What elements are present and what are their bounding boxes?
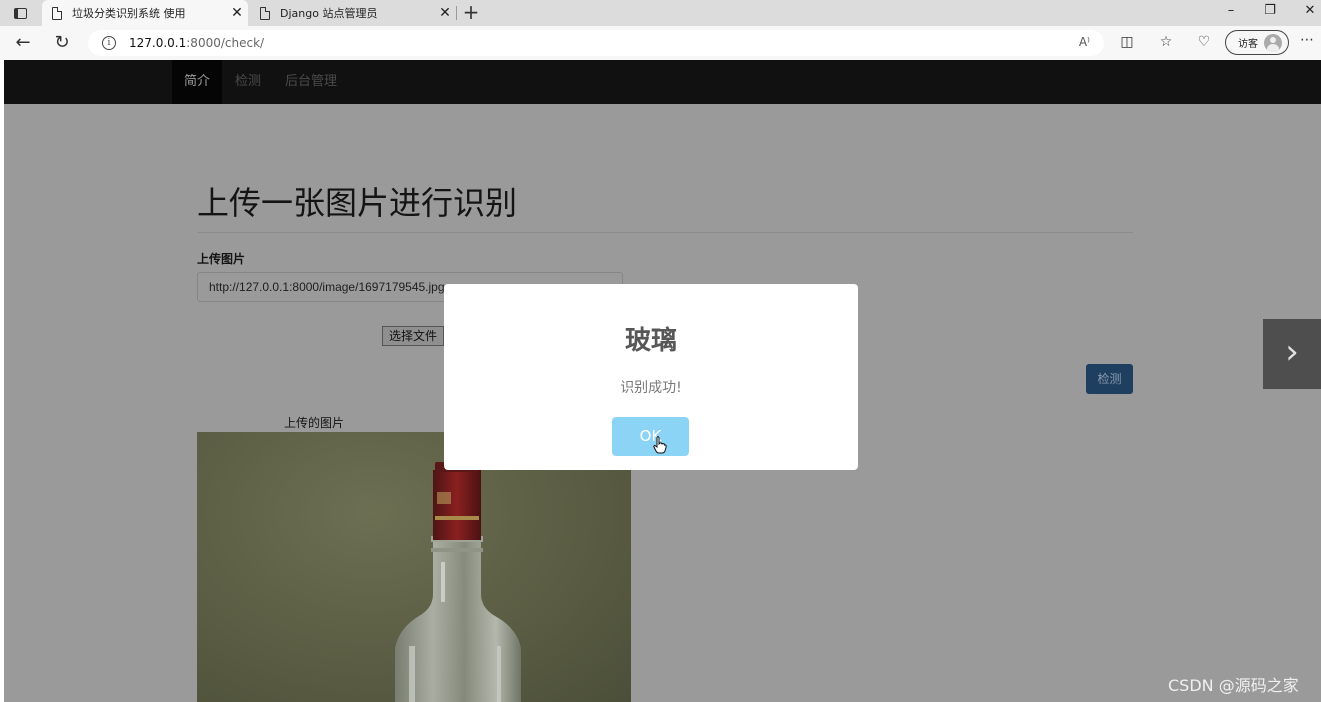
site-info-icon[interactable]: i [102,36,116,50]
profile-button[interactable]: 访客 [1225,30,1289,55]
close-window-icon[interactable]: ✕ [1292,3,1321,18]
dialog-message: 识别成功! [620,380,682,396]
favorites-icon[interactable]: ☆ [1156,34,1176,50]
page-title: 上传一张图片进行识别 [197,184,518,222]
avatar-icon [1264,33,1282,52]
hand-cursor-icon [653,436,667,454]
result-dialog: 玻璃 识别成功! OK [444,284,858,470]
tab-title: Django 站点管理员 [280,7,378,20]
profile-label: 访客 [1238,39,1258,50]
nav-item-detect[interactable]: 检测 [235,60,261,104]
read-aloud-icon[interactable]: A⁾ [1079,35,1090,49]
uploaded-image [197,432,631,702]
plus-icon[interactable]: + [460,2,482,24]
page-icon [260,6,270,20]
minimize-icon[interactable]: – [1213,3,1249,18]
page-left-edge [0,60,4,702]
chevron-right-icon[interactable]: › [1263,319,1321,389]
restore-icon[interactable]: ❐ [1252,3,1288,18]
choose-file-button[interactable]: 选择文件 [382,326,444,346]
tab-garbage-system[interactable]: 垃圾分类识别系统 使用 ✕ [42,0,248,26]
upload-label: 上传图片 [197,252,246,266]
ok-button[interactable]: OK [612,417,689,456]
nav-item-admin[interactable]: 后台管理 [285,60,337,104]
close-tab-icon[interactable]: ✕ [434,5,456,21]
site-navbar: 简介 检测 后台管理 [4,60,1321,104]
page-icon [52,6,62,20]
more-options-icon[interactable]: ⋯ [1300,32,1314,48]
browser-toolbar: ← ↻ i 127.0.0.1:8000/check/ A⁾ ◫ ☆ ♡ 访客 … [0,26,1321,60]
tab-separator [456,6,457,20]
detect-button[interactable]: 检测 [1086,364,1133,394]
split-screen-icon[interactable]: ◫ [1117,34,1137,50]
address-bar[interactable]: i 127.0.0.1:8000/check/ A⁾ [88,30,1104,56]
uploaded-image-caption: 上传的图片 [284,416,345,430]
browser-tab-bar: 垃圾分类识别系统 使用 ✕ Django 站点管理员 ✕ + – ❐ ✕ [0,0,1321,26]
nav-item-intro[interactable]: 简介 [172,60,222,104]
back-arrow-icon[interactable]: ← [11,31,35,55]
tab-title: 垃圾分类识别系统 使用 [72,7,186,20]
refresh-icon[interactable]: ↻ [50,31,74,55]
title-divider [197,232,1133,233]
close-tab-icon[interactable]: ✕ [226,5,248,21]
watermark: CSDN @源码之家 [1168,676,1299,695]
url-text: 127.0.0.1:8000/check/ [129,36,265,50]
glass-bottle-image [395,462,521,702]
browser-essentials-icon[interactable]: ♡ [1194,34,1214,50]
tab-actions-icon[interactable] [8,4,32,22]
dialog-title: 玻璃 [624,326,677,356]
tab-django-admin[interactable]: Django 站点管理员 ✕ [250,0,456,26]
